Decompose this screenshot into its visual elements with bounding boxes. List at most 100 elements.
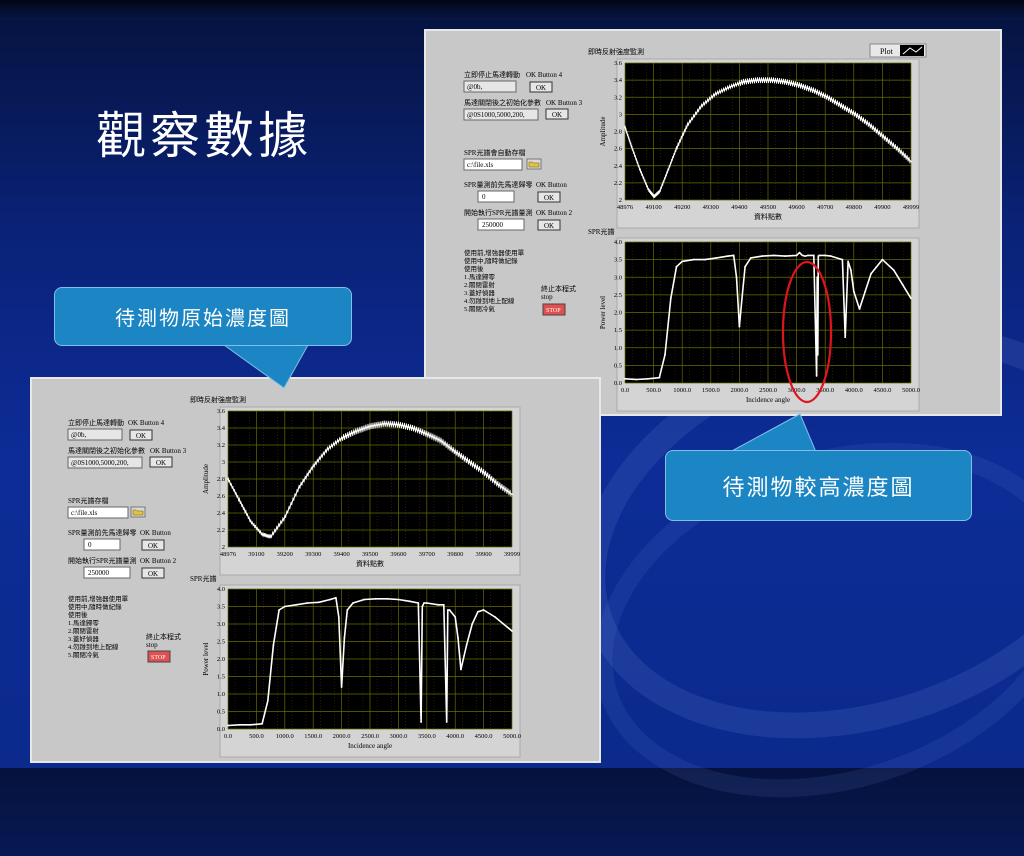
zero-ok-button[interactable]: OK <box>141 539 165 551</box>
run-ok-button[interactable]: OK <box>537 219 561 231</box>
data-point <box>425 433 428 435</box>
data-point <box>266 700 269 702</box>
file-path-value: c:\file.xls <box>71 509 98 517</box>
x-tick-label: 39600 <box>390 551 406 558</box>
stop-button[interactable]: STOP <box>542 303 566 316</box>
x-tick-label: 48976 <box>220 551 237 558</box>
data-point <box>477 610 479 613</box>
stop-motor-ok-button[interactable]: OK <box>129 429 153 441</box>
x-tick-label: 49700 <box>817 204 833 211</box>
stop-motor-label: 立即停止馬達轉動 <box>464 70 520 79</box>
instruction-line: 3.蓋好偵器 <box>68 634 99 643</box>
x-tick-label: 2500.0 <box>759 387 777 394</box>
y-tick-label: 2.6 <box>614 146 623 153</box>
x-tick-label: 500.0 <box>646 387 661 394</box>
x-tick-label: 39100 <box>248 551 264 558</box>
data-point <box>870 272 872 275</box>
data-point <box>425 602 428 604</box>
x-tick-label: 39400 <box>333 551 349 558</box>
instruction-line: 2.關閉雷射 <box>68 626 99 635</box>
data-point <box>261 722 263 725</box>
plot-toggle[interactable]: Plot <box>869 43 927 58</box>
data-point <box>283 516 286 519</box>
y-tick-label: 1.0 <box>217 691 225 698</box>
amplitude-chart: 48976 39100 39200 39300 39400 39500 39600 39700… <box>202 406 521 576</box>
data-point <box>700 104 703 107</box>
ok-label: OK <box>148 542 158 550</box>
data-point <box>386 597 388 600</box>
data-point <box>728 86 731 88</box>
zero-button-label: OK Button <box>536 181 567 189</box>
stop-motor-value: @0b, <box>71 431 86 439</box>
init-params-label: 馬達關閉後之初始化參數 <box>68 446 145 455</box>
data-point <box>411 427 414 429</box>
data-point <box>420 721 422 723</box>
data-point <box>335 596 337 599</box>
x-tick-label: 2500.0 <box>361 733 379 740</box>
data-point <box>675 265 678 268</box>
data-point <box>801 254 804 257</box>
y-tick-label: 3.4 <box>217 425 226 432</box>
y-tick-label: 4.0 <box>614 239 622 246</box>
data-point <box>340 437 343 440</box>
zero-label: SPR量測前先馬達歸零 <box>68 528 136 537</box>
ok-label: OK <box>136 432 146 440</box>
stop-button-label: STOP <box>151 655 166 661</box>
data-point <box>421 605 424 608</box>
data-point <box>852 290 855 293</box>
terminate-label: 終止本程式 <box>541 284 576 293</box>
data-point <box>437 603 440 606</box>
y-tick-label: 2.4 <box>217 510 226 517</box>
x-tick-label: 4000.0 <box>446 733 464 740</box>
instruction-line: 使用中,隨時做紀錄 <box>464 256 518 265</box>
data-point <box>815 375 818 377</box>
data-point <box>812 254 815 257</box>
run-value: 250000 <box>88 569 110 577</box>
data-point <box>624 377 626 380</box>
data-point <box>460 668 462 671</box>
instructions-list: 使用前,增強器使用單使用中,隨時做紀錄使用後1.馬達歸零2.關閉雷射3.蓋好偵器… <box>464 248 525 313</box>
data-point <box>343 637 346 639</box>
data-point <box>329 598 332 601</box>
data-point <box>858 308 861 310</box>
stop-motor-ok-button[interactable]: OK <box>529 81 553 93</box>
data-point <box>511 630 513 632</box>
run-ok-button[interactable]: OK <box>141 567 165 579</box>
init-params-ok-button[interactable]: OK <box>545 108 569 120</box>
data-point <box>798 251 801 254</box>
folder-browse-icon[interactable] <box>526 158 542 170</box>
zero-ok-button[interactable]: OK <box>537 191 561 203</box>
folder-browse-icon[interactable] <box>130 506 146 518</box>
y-tick-label: 3.6 <box>217 408 226 415</box>
data-point <box>269 535 272 538</box>
data-point <box>715 257 718 259</box>
ok-label: OK <box>148 570 158 578</box>
init-params-label: 馬達關閉後之初始化參數 <box>464 98 541 107</box>
autosave-label: SPR光譜會自動存檔 <box>464 148 525 157</box>
data-point <box>445 721 448 723</box>
y-tick-label: 2 <box>222 544 225 551</box>
init-params-ok-button[interactable]: OK <box>149 456 173 468</box>
data-point <box>901 283 904 286</box>
data-point <box>892 269 895 272</box>
zero-label: SPR量測前先馬達歸零 <box>464 180 532 189</box>
x-tick-label: 0.0 <box>224 733 232 740</box>
data-point <box>816 353 819 356</box>
autosave-label: SPR光譜存檔 <box>68 496 108 505</box>
data-point <box>910 160 912 163</box>
x-tick-label: 500.0 <box>249 733 264 740</box>
data-point <box>732 254 735 257</box>
data-point <box>910 297 912 300</box>
data-point <box>896 147 899 150</box>
init-params-value: @0S1000,5000,200, <box>467 111 525 119</box>
data-point <box>352 602 354 604</box>
data-point <box>749 257 752 259</box>
stop-button[interactable]: STOP <box>147 650 171 663</box>
instructions-list: 使用前,增強器使用單使用中,隨時做紀錄使用後1.馬達歸零2.關閉雷射3.蓋好偵器… <box>68 594 129 659</box>
y-axis-label: Amplitude <box>202 464 210 494</box>
data-point <box>471 623 474 625</box>
x-tick-label: 4500.0 <box>873 387 891 394</box>
y-tick-label: 3.4 <box>614 77 623 84</box>
data-point <box>735 276 738 279</box>
data-point <box>770 79 773 81</box>
